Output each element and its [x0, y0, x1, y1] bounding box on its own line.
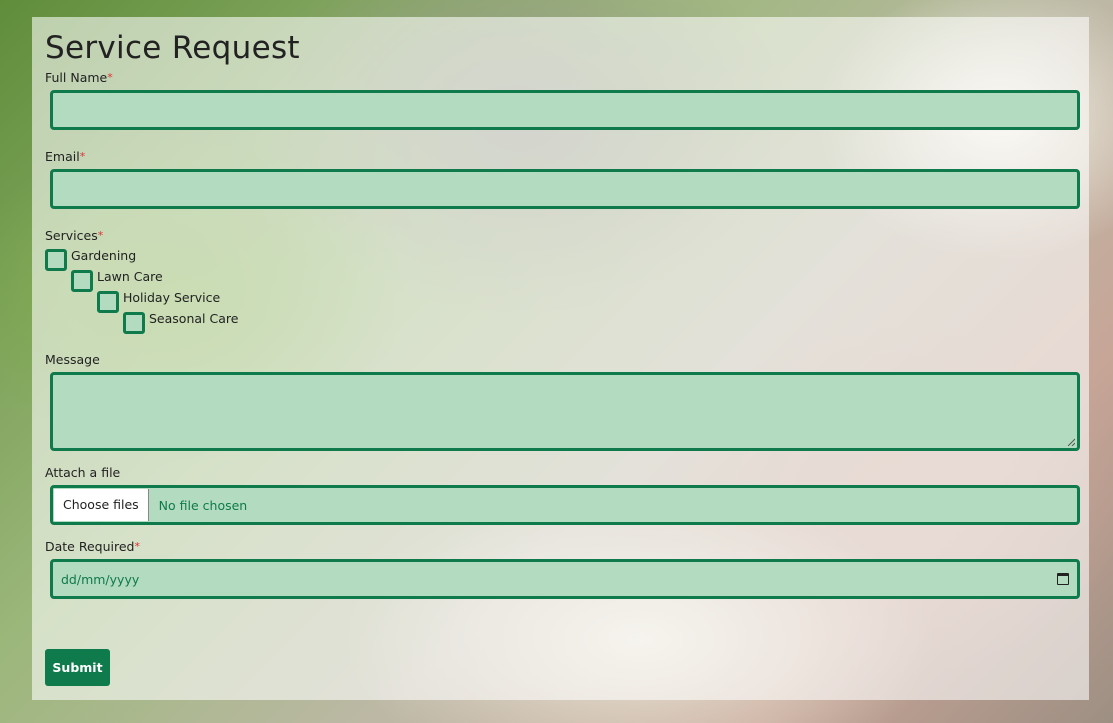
message-label: Message: [45, 352, 100, 367]
email-label: Email*: [45, 149, 86, 164]
date-required-label: Date Required*: [45, 539, 140, 554]
file-status-text: No file chosen: [158, 497, 248, 513]
submit-button[interactable]: Submit: [45, 649, 110, 686]
message-textarea[interactable]: [50, 372, 1080, 451]
attach-file-label: Attach a file: [45, 465, 121, 480]
full-name-label: Full Name*: [45, 70, 113, 85]
page-title: Service Request: [45, 30, 300, 66]
email-input[interactable]: [50, 169, 1080, 209]
required-marker: *: [97, 229, 104, 242]
file-input[interactable]: Choose files No file chosen: [50, 485, 1080, 525]
service-option-holiday-service[interactable]: Holiday Service: [97, 290, 220, 313]
date-required-input[interactable]: dd/mm/yyyy: [50, 559, 1080, 599]
services-checkbox-group: Gardening Lawn Care Holiday Service Seas…: [45, 244, 1080, 352]
required-marker: *: [107, 71, 113, 84]
required-marker: *: [79, 150, 86, 163]
calendar-icon[interactable]: [1057, 573, 1069, 585]
holiday-service-checkbox[interactable]: [97, 291, 119, 313]
seasonal-care-checkbox[interactable]: [123, 312, 145, 334]
service-option-seasonal-care[interactable]: Seasonal Care: [123, 311, 238, 334]
service-option-gardening[interactable]: Gardening: [45, 248, 136, 271]
service-option-lawn-care[interactable]: Lawn Care: [71, 269, 163, 292]
services-label: Services*: [45, 228, 104, 243]
required-marker: *: [134, 540, 140, 553]
choose-files-button[interactable]: Choose files: [54, 489, 149, 521]
date-placeholder: dd/mm/yyyy: [61, 571, 140, 587]
service-request-form: Service Request Full Name* Email* Servic…: [32, 17, 1089, 700]
gardening-checkbox[interactable]: [45, 249, 67, 271]
full-name-input[interactable]: [50, 90, 1080, 130]
lawn-care-checkbox[interactable]: [71, 270, 93, 292]
resize-handle-icon[interactable]: [1067, 438, 1075, 446]
